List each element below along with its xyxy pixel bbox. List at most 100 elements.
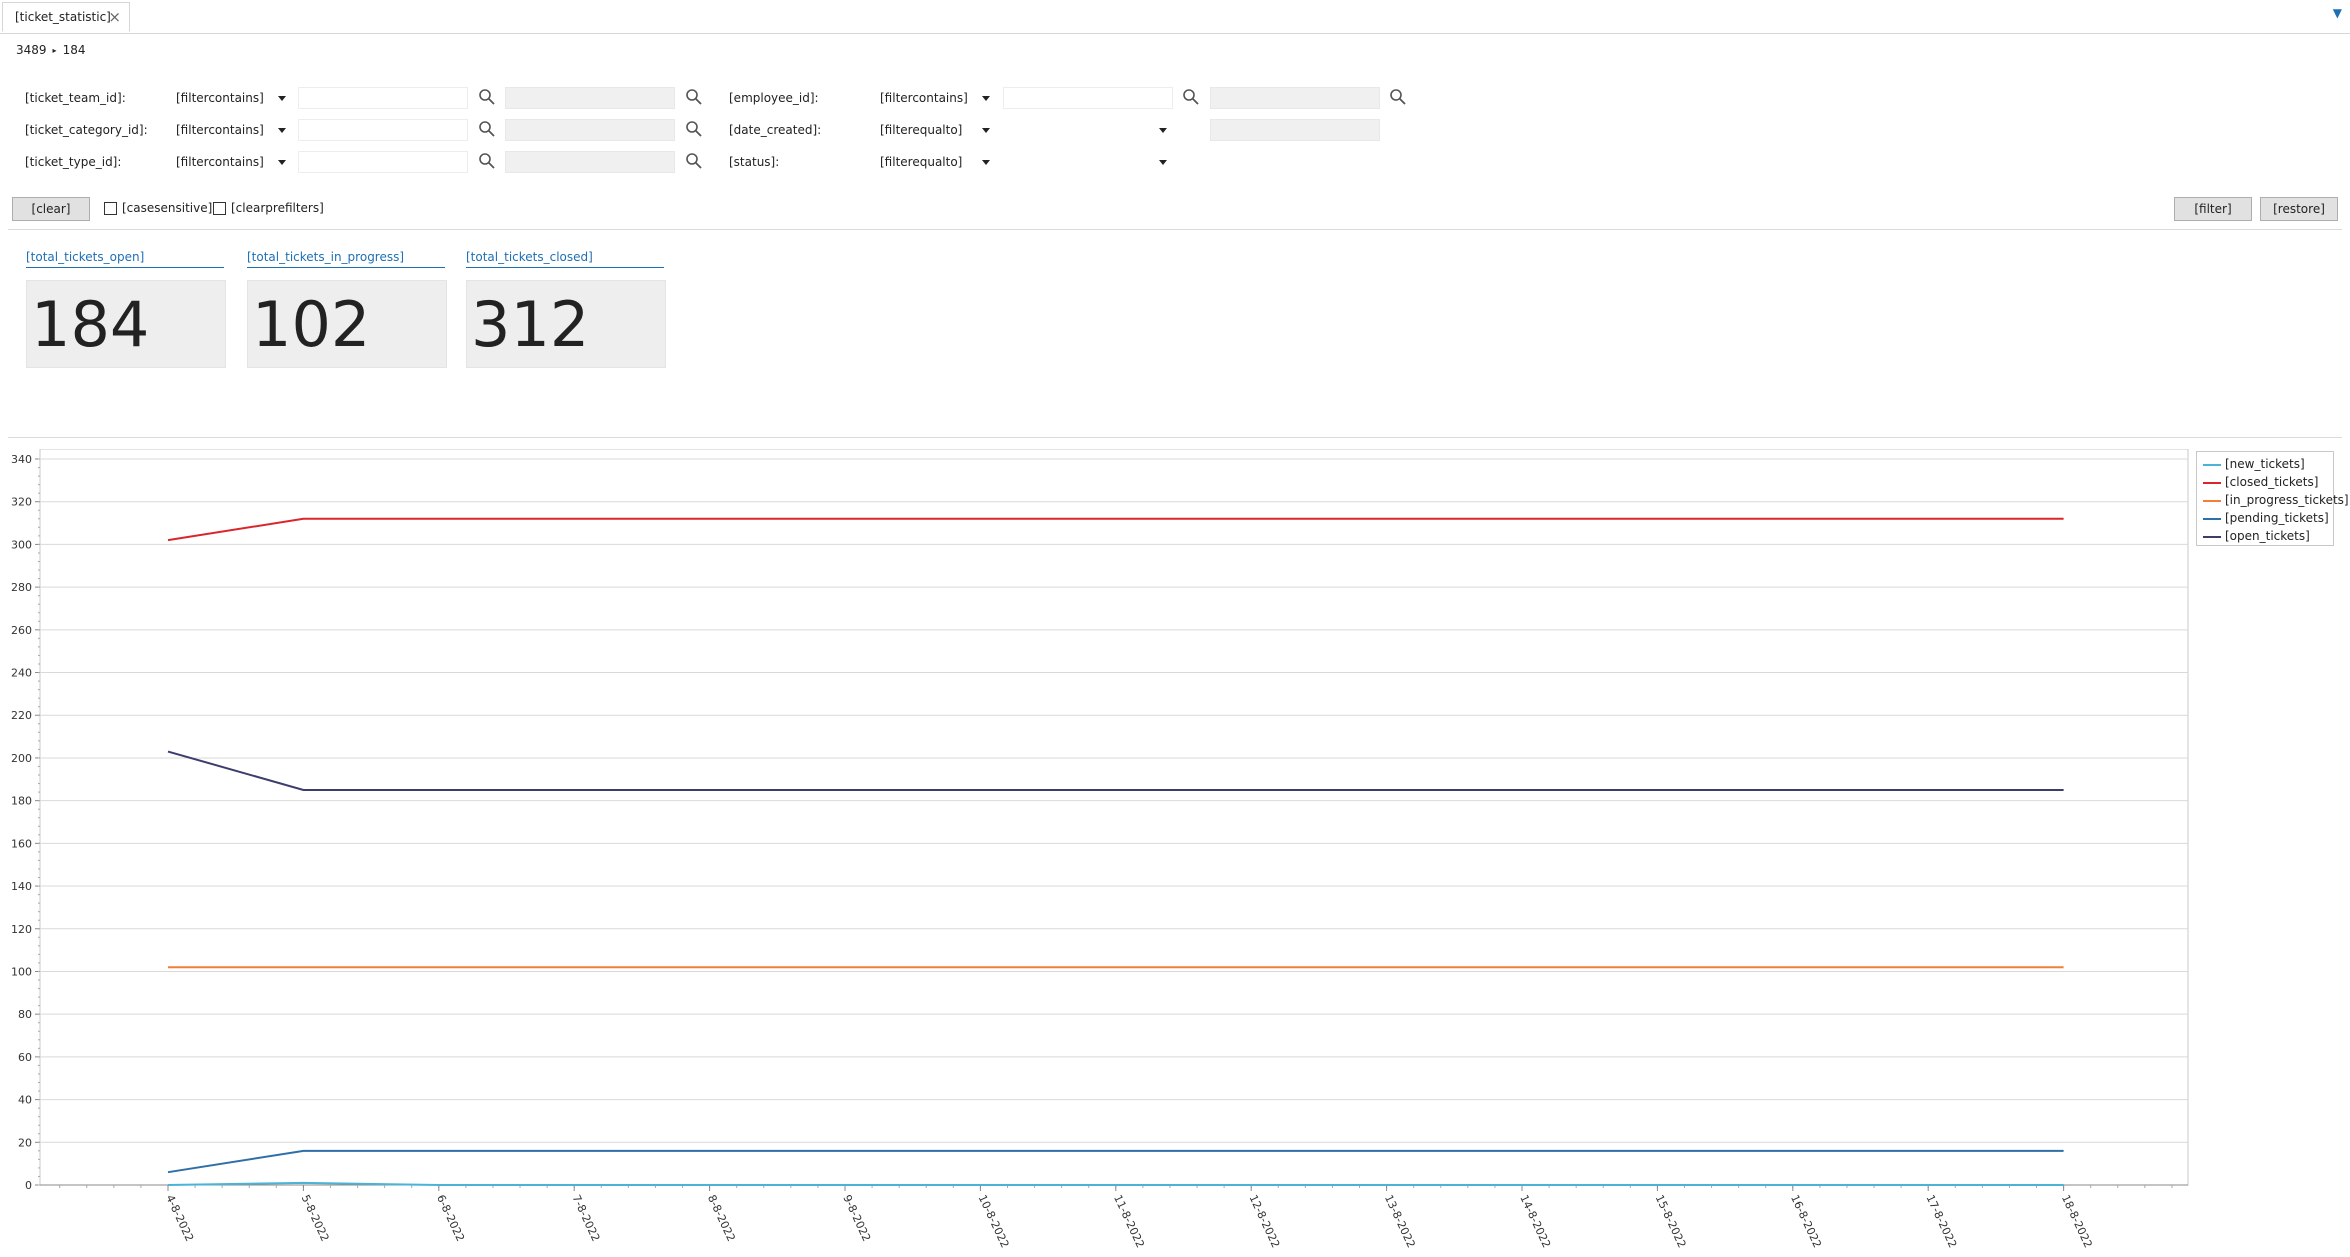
- legend-swatch: [2203, 536, 2221, 538]
- x-tick-label: 16-8-2022: [1788, 1193, 1824, 1250]
- x-tick-label: 10-8-2022: [976, 1193, 1012, 1250]
- legend-label: [new_tickets]: [2225, 457, 2305, 471]
- y-tick-label: 120: [11, 923, 32, 936]
- tab-menu-chevron-down-icon[interactable]: ▼: [2333, 6, 2342, 20]
- filter-mode-value: [filtercontains]: [880, 91, 968, 105]
- filter-input-ticket-team-id[interactable]: [298, 87, 468, 109]
- filter-secondary-box: [505, 151, 675, 173]
- y-tick-label: 220: [11, 709, 32, 722]
- search-icon[interactable]: [478, 88, 496, 106]
- kpi-value-in-progress: 102: [247, 280, 447, 368]
- y-tick-label: 60: [18, 1051, 32, 1064]
- kpi-title-open[interactable]: [total_tickets_open]: [26, 249, 224, 268]
- legend-item[interactable]: [open_tickets]: [2197, 527, 2333, 545]
- breadcrumb-value: 184: [62, 43, 86, 57]
- plot-area-border: [39, 449, 2189, 1186]
- kpi-title-closed[interactable]: [total_tickets_closed]: [466, 249, 664, 268]
- breadcrumb-separator-icon: ▸: [52, 46, 57, 55]
- y-tick-label: 260: [11, 624, 32, 637]
- x-tick-label: 17-8-2022: [1923, 1193, 1959, 1250]
- breadcrumb: 3489 ▸ 184: [16, 43, 85, 57]
- search-icon[interactable]: [478, 120, 496, 138]
- x-tick-label: 7-8-2022: [569, 1193, 602, 1244]
- filter-date-dropdown[interactable]: [1003, 119, 1173, 141]
- x-tick-label: 15-8-2022: [1653, 1193, 1689, 1250]
- y-tick-label: 160: [11, 837, 32, 850]
- search-icon[interactable]: [685, 88, 703, 106]
- x-tick-label: 12-8-2022: [1246, 1193, 1282, 1250]
- casesensitive-checkbox[interactable]: [104, 202, 117, 215]
- filter-label-employee-id: [employee_id]:: [729, 91, 819, 105]
- series-line: [167, 1149, 2064, 1174]
- search-icon[interactable]: [685, 120, 703, 138]
- filter-status-dropdown[interactable]: [1003, 151, 1173, 173]
- x-tick-label: 8-8-2022: [705, 1193, 738, 1244]
- y-tick-label: 320: [11, 496, 32, 509]
- y-tick-label: 240: [11, 667, 32, 680]
- dropdown-caret-icon: [1159, 128, 1167, 133]
- filter-secondary-box: [505, 119, 675, 141]
- kpi-title-in-progress[interactable]: [total_tickets_in_progress]: [247, 249, 445, 268]
- x-tick-label: 9-8-2022: [840, 1193, 873, 1244]
- filter-mode-select-date-created[interactable]: [filterequalto]: [876, 119, 996, 141]
- ticket-line-chart: 0 20 40 60 80 100 120 140 160 180 200 220 240 260 280 3…: [11, 449, 2189, 1250]
- dropdown-caret-icon: [982, 160, 990, 165]
- x-tick-label: 4-8-2022: [163, 1193, 196, 1244]
- clearprefilters-label: [clearprefilters]: [231, 201, 324, 215]
- x-tick-label: 11-8-2022: [1111, 1193, 1147, 1250]
- kpi-value-open: 184: [26, 280, 226, 368]
- y-tick-label: 180: [11, 795, 32, 808]
- restore-button[interactable]: [restore]: [2260, 197, 2338, 221]
- filter-button[interactable]: [filter]: [2174, 197, 2252, 221]
- legend-swatch: [2203, 500, 2221, 502]
- filter-mode-select-ticket-team-id[interactable]: [filtercontains]: [172, 87, 292, 109]
- y-tick-label: 300: [11, 538, 32, 551]
- filter-label-status: [status]:: [729, 155, 780, 169]
- x-tick-label: 6-8-2022: [434, 1193, 467, 1244]
- filter-secondary-box: [1210, 119, 1380, 141]
- legend-swatch: [2203, 464, 2221, 466]
- y-tick-label: 280: [11, 581, 32, 594]
- dropdown-caret-icon: [278, 128, 286, 133]
- filter-mode-select-ticket-type-id[interactable]: [filtercontains]: [172, 151, 292, 173]
- close-icon[interactable]: ×: [108, 3, 121, 31]
- legend-label: [closed_tickets]: [2225, 475, 2319, 489]
- legend-item[interactable]: [new_tickets]: [2197, 455, 2333, 473]
- legend-label: [open_tickets]: [2225, 529, 2310, 543]
- breadcrumb-count: 3489: [16, 43, 47, 57]
- filter-input-employee-id[interactable]: [1003, 87, 1173, 109]
- filter-mode-value: [filterequalto]: [880, 155, 963, 169]
- casesensitive-label: [casesensitive]: [122, 201, 213, 215]
- filter-input-ticket-category-id[interactable]: [298, 119, 468, 141]
- y-tick-label: 20: [18, 1136, 32, 1149]
- filter-mode-value: [filtercontains]: [176, 91, 264, 105]
- dropdown-caret-icon: [1159, 160, 1167, 165]
- divider: [8, 437, 2342, 438]
- dropdown-caret-icon: [982, 96, 990, 101]
- filter-mode-select-ticket-category-id[interactable]: [filtercontains]: [172, 119, 292, 141]
- dropdown-caret-icon: [278, 160, 286, 165]
- x-tick-label: 5-8-2022: [299, 1193, 332, 1244]
- x-tick-label: 14-8-2022: [1517, 1193, 1553, 1250]
- series-line: [167, 517, 2064, 542]
- y-tick-label: 40: [18, 1094, 32, 1107]
- filter-input-ticket-type-id[interactable]: [298, 151, 468, 173]
- filter-mode-select-status[interactable]: [filterequalto]: [876, 151, 996, 173]
- tab-ticket-statistic[interactable]: [ticket_statistic] ×: [2, 2, 130, 32]
- clearprefilters-checkbox[interactable]: [213, 202, 226, 215]
- search-icon[interactable]: [1182, 88, 1200, 106]
- filter-mode-select-employee-id[interactable]: [filtercontains]: [876, 87, 996, 109]
- x-tick-label: 13-8-2022: [1382, 1193, 1418, 1250]
- legend-label: [pending_tickets]: [2225, 511, 2329, 525]
- filter-secondary-box: [1210, 87, 1380, 109]
- legend-item[interactable]: [pending_tickets]: [2197, 509, 2333, 527]
- search-icon[interactable]: [478, 152, 496, 170]
- tab-title: [ticket_statistic]: [15, 10, 111, 24]
- legend-item[interactable]: [closed_tickets]: [2197, 473, 2333, 491]
- search-icon[interactable]: [1389, 88, 1407, 106]
- divider: [8, 229, 2342, 230]
- search-icon[interactable]: [685, 152, 703, 170]
- clear-button[interactable]: [clear]: [12, 197, 90, 221]
- legend-item[interactable]: [in_progress_tickets]: [2197, 491, 2349, 509]
- y-tick-label: 100: [11, 965, 32, 978]
